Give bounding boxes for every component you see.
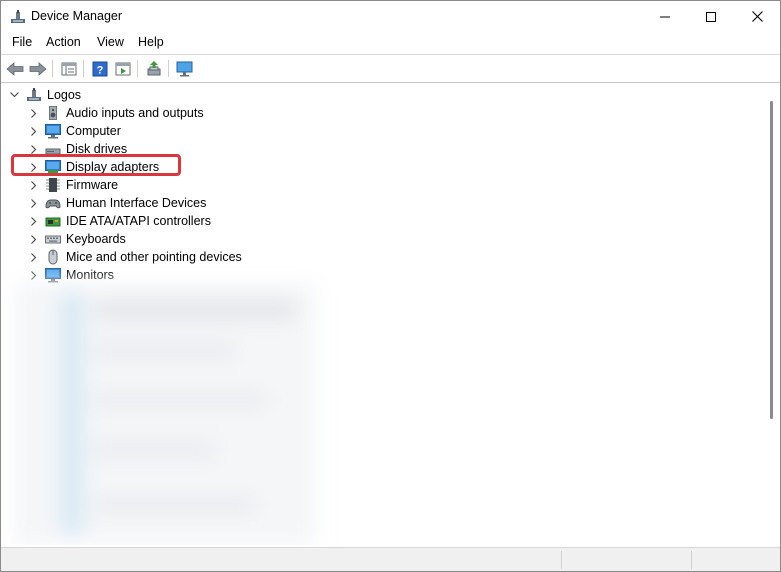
status-divider [691, 551, 693, 569]
monitor-icon [45, 123, 61, 139]
minimize-icon [660, 16, 670, 17]
update-driver-button[interactable] [144, 59, 163, 78]
device-manager-app-icon [10, 9, 26, 25]
chip-icon [45, 177, 61, 193]
tree-item-label: Monitors [66, 268, 114, 282]
forward-arrow-icon [29, 61, 47, 76]
tree-root-label: Logos [47, 88, 82, 102]
update-driver-icon [147, 60, 160, 75]
toolbar-separator [52, 60, 53, 77]
tree-item-computer[interactable]: Computer [1, 122, 741, 140]
chevron-right-icon[interactable] [29, 108, 39, 118]
menu-view[interactable]: View [97, 35, 124, 49]
keyboard-icon [45, 231, 61, 247]
blurred-region [15, 283, 335, 545]
device-manager-window: Device Manager File Action View Help ? L… [0, 0, 781, 572]
hid-icon [45, 195, 61, 211]
vertical-scrollbar[interactable] [764, 83, 780, 545]
menu-file[interactable]: File [12, 35, 32, 49]
tree-item-mice[interactable]: Mice and other pointing devices [1, 248, 741, 266]
scan-hardware-button[interactable] [175, 59, 194, 78]
chevron-right-icon[interactable] [29, 252, 39, 262]
help-button[interactable]: ? [90, 59, 109, 78]
run-update-icon [115, 62, 130, 75]
maximize-icon [706, 11, 716, 22]
status-bar [1, 547, 780, 571]
tree-item-label: IDE ATA/ATAPI controllers [66, 214, 211, 228]
tree-item-label: Human Interface Devices [66, 196, 207, 210]
menu-action[interactable]: Action [46, 35, 81, 49]
device-tree: Logos Audio inputs and outputs Computer … [1, 83, 764, 545]
back-arrow-icon [5, 61, 23, 76]
toolbar: ? [1, 54, 780, 83]
properties-panel-icon [61, 62, 76, 75]
close-icon [751, 11, 763, 22]
tree-item-label: Mice and other pointing devices [66, 250, 242, 264]
close-button[interactable] [734, 1, 780, 32]
back-button[interactable] [5, 59, 24, 78]
toolbar-separator [168, 60, 169, 77]
maximize-button[interactable] [688, 1, 734, 32]
scan-hardware-icon [176, 61, 192, 76]
tree-item-firmware[interactable]: Firmware [1, 176, 741, 194]
title-bar[interactable]: Device Manager [1, 1, 780, 32]
tree-item-ide-controllers[interactable]: IDE ATA/ATAPI controllers [1, 212, 741, 230]
speaker-icon [45, 105, 61, 121]
tree-item-label: Firmware [66, 178, 119, 192]
chevron-right-icon[interactable] [29, 216, 39, 226]
chevron-right-icon[interactable] [29, 126, 39, 136]
tree-item-audio[interactable]: Audio inputs and outputs [1, 104, 741, 122]
chevron-right-icon[interactable] [29, 270, 39, 280]
chevron-right-icon[interactable] [29, 198, 39, 208]
status-divider [561, 551, 563, 569]
chevron-right-icon[interactable] [29, 180, 39, 190]
monitor-icon [45, 267, 61, 283]
ide-controller-icon [45, 213, 61, 229]
toolbar-separator [137, 60, 138, 77]
minimize-button[interactable] [642, 1, 688, 32]
svg-text:?: ? [96, 64, 103, 76]
tree-item-label: Computer [66, 124, 121, 138]
chevron-right-icon[interactable] [29, 144, 39, 154]
chevron-down-icon[interactable] [9, 90, 19, 100]
tree-item-keyboards[interactable]: Keyboards [1, 230, 741, 248]
tree-item-monitors[interactable]: Monitors [1, 266, 741, 284]
computer-tree-icon [26, 87, 42, 103]
mouse-icon [45, 249, 61, 265]
display-adapters-highlight [11, 154, 181, 176]
scrollbar-thumb[interactable] [770, 101, 773, 419]
menu-bar: File Action View Help [1, 32, 780, 53]
run-button[interactable] [113, 59, 132, 78]
tree-item-label: Audio inputs and outputs [66, 106, 204, 120]
forward-button[interactable] [28, 59, 47, 78]
window-title: Device Manager [31, 9, 123, 23]
properties-button[interactable] [59, 59, 78, 78]
menu-help[interactable]: Help [138, 35, 164, 49]
chevron-right-icon[interactable] [29, 234, 39, 244]
tree-item-hid[interactable]: Human Interface Devices [1, 194, 741, 212]
tree-item-label: Keyboards [66, 232, 126, 246]
tree-root-logos[interactable]: Logos [1, 86, 741, 104]
toolbar-separator [83, 60, 84, 77]
help-icon: ? [92, 61, 107, 76]
